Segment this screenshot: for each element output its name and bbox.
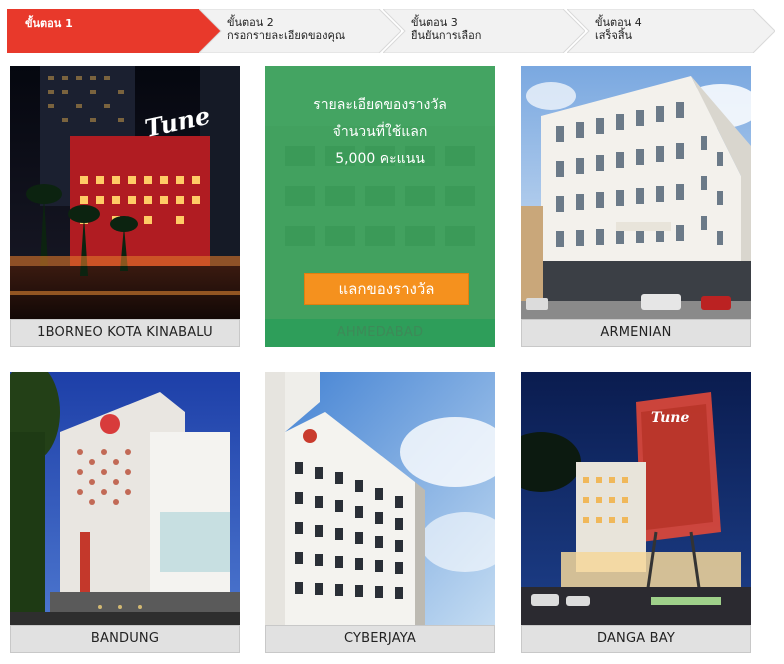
hotel-photo-bandung[interactable] (10, 372, 240, 625)
step-1: ขั้นตอน 1 (7, 9, 221, 53)
step-2-sub: กรอกรายละเอียดของคุณ (227, 29, 346, 42)
hotel-name-armenian[interactable]: ARMENIAN (521, 319, 751, 347)
hotel-photo-cyberjaya[interactable] (265, 372, 495, 625)
hotel-card-ahmedabad[interactable]: รายละเอียดของรางวัล จำนวนที่ใช้แลก 5,000… (265, 66, 495, 347)
step-1-label: ขั้นตอน 1 (25, 17, 73, 30)
progress-steps: ขั้นตอน 1 ขั้นตอน 2 กรอกรายละเอียดของคุณ… (7, 9, 775, 53)
hotel-name-cyberjaya[interactable]: CYBERJAYA (265, 625, 495, 653)
reward-detail-title: รายละเอียดของรางวัล (313, 97, 447, 113)
redeem-button[interactable]: แลกของรางวัล (304, 273, 469, 305)
reward-points-label: จำนวนที่ใช้แลก (332, 124, 428, 140)
hotel-photo-1borneo[interactable]: Tune (10, 66, 240, 319)
step-4-sub: เสร็จสิ้น (595, 29, 633, 42)
hotel-photo-armenian[interactable] (521, 66, 751, 319)
hotel-name-1borneo[interactable]: 1BORNEO KOTA KINABALU (10, 319, 240, 347)
hotel-photo-ahmedabad[interactable]: รายละเอียดของรางวัล จำนวนที่ใช้แลก 5,000… (265, 66, 495, 319)
step-3: ขั้นตอน 3 ยืนยันการเลือก (383, 9, 585, 53)
hotel-name-ahmedabad[interactable]: AHMEDABAD (265, 319, 495, 347)
armenian-street-sign (616, 222, 671, 231)
reward-points-value: 5,000 คะแนน (335, 151, 425, 167)
hotel-name-bandung[interactable]: BANDUNG (10, 625, 240, 653)
step-2-label: ขั้นตอน 2 (227, 16, 274, 29)
step-4: ขั้นตอน 4 เสร็จสิ้น (567, 9, 775, 53)
hotel-card-cyberjaya[interactable]: CYBERJAYA (265, 372, 495, 653)
step-4-label: ขั้นตอน 4 (595, 16, 642, 29)
tune-hotels-tower-sign: Tune (651, 410, 689, 426)
hotel-card-danga-bay[interactable]: Tune DANGA BAY (521, 372, 751, 653)
hotel-card-armenian[interactable]: ARMENIAN (521, 66, 751, 347)
hotel-photo-danga-bay[interactable]: Tune (521, 372, 751, 625)
step-2: ขั้นตอน 2 กรอกรายละเอียดของคุณ (199, 9, 401, 53)
hotel-card-1borneo[interactable]: Tune 1BORNEO KOTA KINABALU (10, 66, 240, 347)
hotel-name-danga-bay[interactable]: DANGA BAY (521, 625, 751, 653)
hotel-card-bandung[interactable]: BANDUNG (10, 372, 240, 653)
step-3-label: ขั้นตอน 3 (411, 16, 458, 29)
step-3-sub: ยืนยันการเลือก (411, 29, 482, 42)
